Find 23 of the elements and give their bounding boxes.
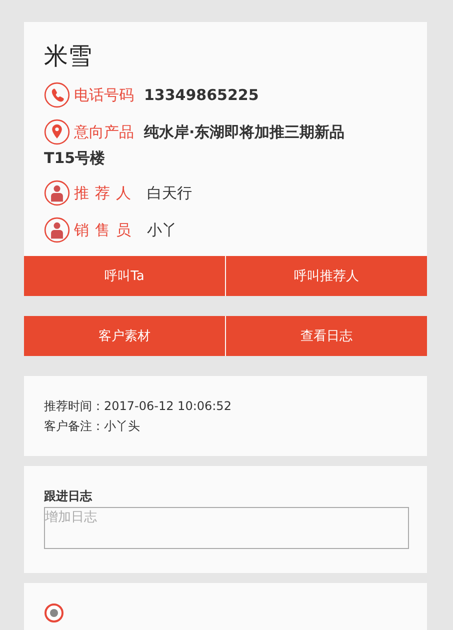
person-icon — [44, 180, 70, 206]
action-button[interactable]: 呼叫推荐人 — [226, 256, 427, 296]
field-value: 纯水岸·东湖即将加推三期新品 — [144, 122, 345, 141]
field-label: 销售员 — [74, 220, 137, 239]
radio-icon — [44, 602, 64, 623]
log-input-field[interactable]: 增加日志 — [44, 506, 409, 549]
person-icon — [44, 216, 70, 243]
action-button[interactable]: 客户素材 — [24, 316, 225, 356]
detail-text: 推荐时间：2017-06-12 10:06:52 — [44, 398, 232, 415]
follow-log-title: 跟进日志 — [44, 488, 94, 505]
field-label: 推荐人 — [74, 184, 137, 202]
field-label: 电话号码 — [74, 86, 134, 104]
phone-icon — [44, 82, 70, 108]
location-pin-icon — [44, 118, 70, 145]
field-value: 白天行 — [147, 184, 192, 202]
action-button[interactable]: 呼叫Ta — [24, 256, 225, 296]
action-button[interactable]: 查看日志 — [226, 316, 427, 356]
detail-text: 客户备注：小丫头 — [44, 418, 141, 435]
field-value: 13349865225 — [144, 86, 259, 104]
field-value: 小丫 — [147, 220, 177, 239]
field-label: 意向产品 — [74, 122, 134, 141]
field-value: T15号楼 — [44, 148, 106, 169]
customer-name: 米雪 — [44, 41, 93, 72]
